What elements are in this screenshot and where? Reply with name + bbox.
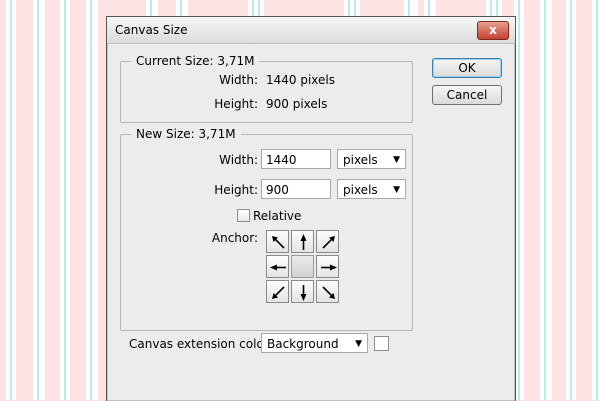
relative-label[interactable]: Relative xyxy=(253,209,301,223)
extension-color-label: Canvas extension color: xyxy=(129,337,273,351)
new-size-group: New Size: 3,71M Width: 1440 pixels ▼ Hei… xyxy=(120,127,413,331)
title-bar[interactable]: Canvas Size x xyxy=(107,17,515,44)
current-width-value: 1440 pixels xyxy=(266,73,336,87)
width-input[interactable]: 1440 xyxy=(261,149,331,169)
anchor-grid xyxy=(266,230,341,305)
cancel-button[interactable]: Cancel xyxy=(432,85,502,105)
current-size-group: Current Size: 3,71M Width: 1440 pixels H… xyxy=(120,54,413,123)
canvas-size-dialog: Canvas Size x Current Size: 3,71M Width:… xyxy=(106,16,516,401)
new-width-label: Width: xyxy=(219,153,258,167)
current-width-label: Width: xyxy=(219,73,258,87)
current-size-legend: Current Size: 3,71M xyxy=(131,54,260,68)
anchor-right[interactable] xyxy=(316,255,339,278)
anchor-left[interactable] xyxy=(266,255,289,278)
anchor-bottom-right[interactable] xyxy=(316,280,339,303)
extension-color-select[interactable]: Background ▼ xyxy=(261,333,368,353)
extension-color-value: Background xyxy=(267,337,339,351)
chevron-down-icon: ▼ xyxy=(393,185,400,195)
new-height-label: Height: xyxy=(214,183,258,197)
arrow-up-right-icon xyxy=(322,236,335,249)
extension-color-swatch[interactable] xyxy=(374,336,389,351)
chevron-down-icon: ▼ xyxy=(393,155,400,165)
anchor-bottom[interactable] xyxy=(291,280,314,303)
height-unit-select[interactable]: pixels ▼ xyxy=(337,179,406,199)
relative-checkbox[interactable] xyxy=(237,209,250,222)
arrow-up-left-icon xyxy=(272,236,285,249)
new-size-legend: New Size: 3,71M xyxy=(131,127,241,141)
anchor-label: Anchor: xyxy=(211,231,258,245)
height-unit-value: pixels xyxy=(343,183,378,197)
current-height-label: Height: xyxy=(214,97,258,111)
arrow-down-icon xyxy=(300,285,307,301)
anchor-bottom-left[interactable] xyxy=(266,280,289,303)
ok-button[interactable]: OK xyxy=(432,58,502,78)
chevron-down-icon: ▼ xyxy=(355,339,362,349)
anchor-top-right[interactable] xyxy=(316,230,339,253)
anchor-top[interactable] xyxy=(291,230,314,253)
arrow-up-icon xyxy=(300,234,307,250)
close-button[interactable]: x xyxy=(477,21,509,40)
height-input[interactable]: 900 xyxy=(261,179,331,199)
anchor-top-left[interactable] xyxy=(266,230,289,253)
anchor-center[interactable] xyxy=(291,255,314,278)
arrow-right-icon xyxy=(321,264,337,271)
current-height-value: 900 pixels xyxy=(266,97,328,111)
dialog-title: Canvas Size xyxy=(115,23,188,37)
width-unit-select[interactable]: pixels ▼ xyxy=(337,149,406,169)
width-unit-value: pixels xyxy=(343,153,378,167)
arrow-down-right-icon xyxy=(322,286,335,299)
close-icon: x xyxy=(489,23,497,37)
arrow-left-icon xyxy=(270,264,286,271)
arrow-down-left-icon xyxy=(272,286,285,299)
